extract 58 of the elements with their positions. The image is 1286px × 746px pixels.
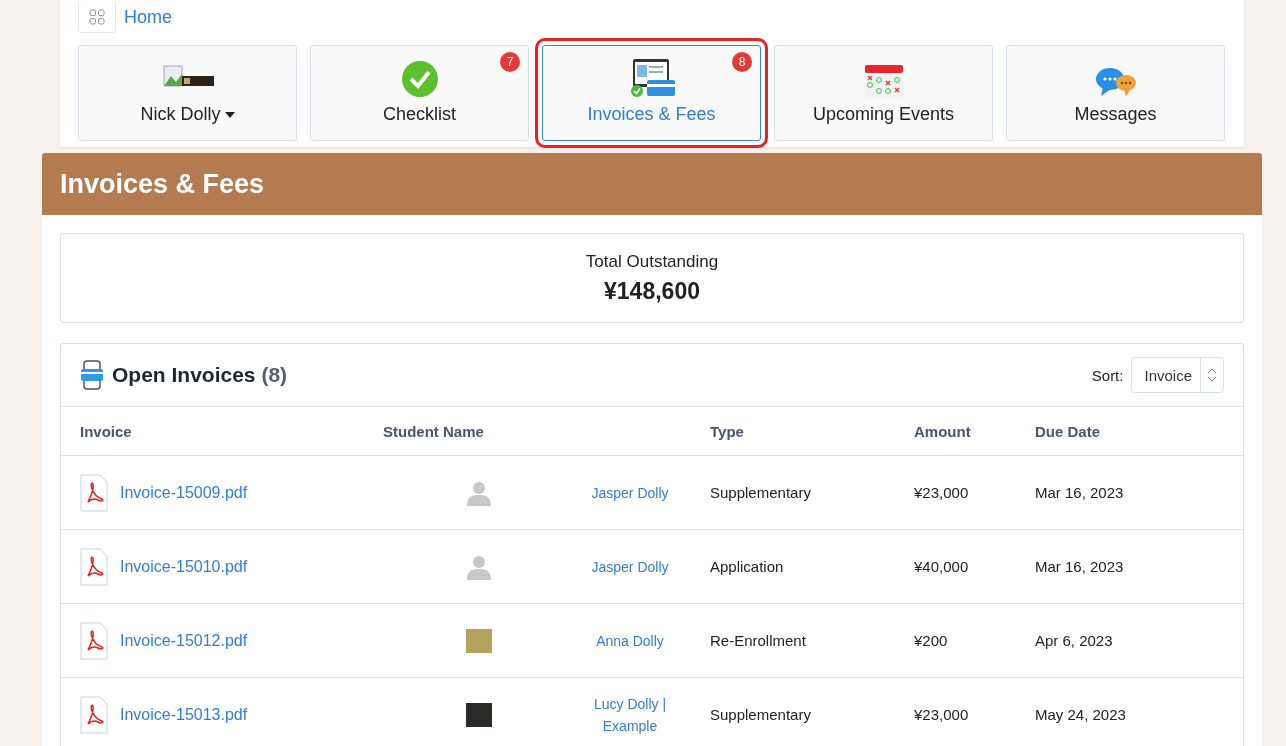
invoice-link[interactable]: Invoice-15009.pdf <box>120 483 248 502</box>
chevrons-icon <box>1207 367 1217 383</box>
student-link[interactable]: Lucy Dolly | Example <box>591 692 669 737</box>
pdf-file-icon <box>80 695 108 734</box>
due-date: Apr 6, 2023 <box>1035 632 1114 649</box>
column-header: Type <box>710 422 745 440</box>
invoice-amount: ¥23,000 <box>914 484 970 501</box>
student-link[interactable]: Jasper Dolly <box>591 481 669 504</box>
due-date: Mar 16, 2023 <box>1035 558 1125 575</box>
invoice-type: Application <box>710 558 785 575</box>
user-silhouette-icon <box>466 553 492 580</box>
nav-tile[interactable]: 7 Checklist <box>310 45 529 141</box>
nav-tile[interactable]: Nick Dolly <box>78 45 297 141</box>
invoice-link[interactable]: Invoice-15010.pdf <box>120 557 248 576</box>
column-header: Invoice <box>80 422 133 440</box>
tile-label: Messages <box>1074 104 1157 125</box>
invoice-amount: ¥23,000 <box>914 706 970 723</box>
pdf-file-icon <box>80 547 108 586</box>
count-badge: 8 <box>732 52 752 72</box>
total-label: Total Outstanding <box>585 251 719 272</box>
nav-tile[interactable]: Upcoming Events <box>774 45 993 141</box>
user-silhouette-icon <box>466 479 492 506</box>
home-link[interactable]: Home <box>124 6 172 28</box>
tile-label: Invoices & Fees <box>587 104 716 125</box>
invoice-link[interactable]: Invoice-15012.pdf <box>120 631 248 650</box>
chat-bubbles-icon <box>1094 66 1137 98</box>
column-header: Student Name <box>383 422 485 440</box>
invoice-link[interactable]: Invoice-15013.pdf <box>120 705 248 724</box>
invoice-amount: ¥40,000 <box>914 558 970 575</box>
panel-title: Open Invoices (8) <box>112 363 289 387</box>
column-header: Amount <box>914 422 972 440</box>
sort-label: Sort: <box>1091 366 1124 384</box>
nav-tile[interactable]: Messages <box>1006 45 1225 141</box>
student-link[interactable]: Jasper Dolly <box>591 555 669 578</box>
invoice-type: Re-Enrollment <box>710 632 807 649</box>
photo-placeholder <box>466 702 492 727</box>
invoice-type: Supplementary <box>710 706 812 723</box>
column-header: Due Date <box>1035 422 1102 440</box>
apps-grid-icon[interactable] <box>78 1 116 33</box>
pdf-file-icon <box>80 621 108 660</box>
tile-label: Upcoming Events <box>812 104 955 125</box>
due-date: Mar 16, 2023 <box>1035 484 1125 501</box>
invoice-amount: ¥200 <box>914 632 949 649</box>
sort-select[interactable]: Invoice <box>1131 357 1224 393</box>
tile-label: Checklist <box>383 104 456 125</box>
section-title: Invoices & Fees <box>60 168 265 200</box>
count-badge: 7 <box>500 52 520 72</box>
tile-label: Nick Dolly <box>140 104 235 125</box>
caret-icon <box>224 111 235 118</box>
due-date: May 24, 2023 <box>1035 706 1127 723</box>
photo-placeholder <box>466 628 492 653</box>
invoice-type: Supplementary <box>710 484 812 501</box>
calendar-icon <box>863 64 904 98</box>
pdf-file-icon <box>80 473 108 512</box>
student-link[interactable]: Anna Dolly <box>591 629 669 652</box>
checkmark-icon <box>400 60 439 98</box>
total-amount: ¥148,600 <box>604 277 700 305</box>
phone-card-icon <box>80 360 104 390</box>
